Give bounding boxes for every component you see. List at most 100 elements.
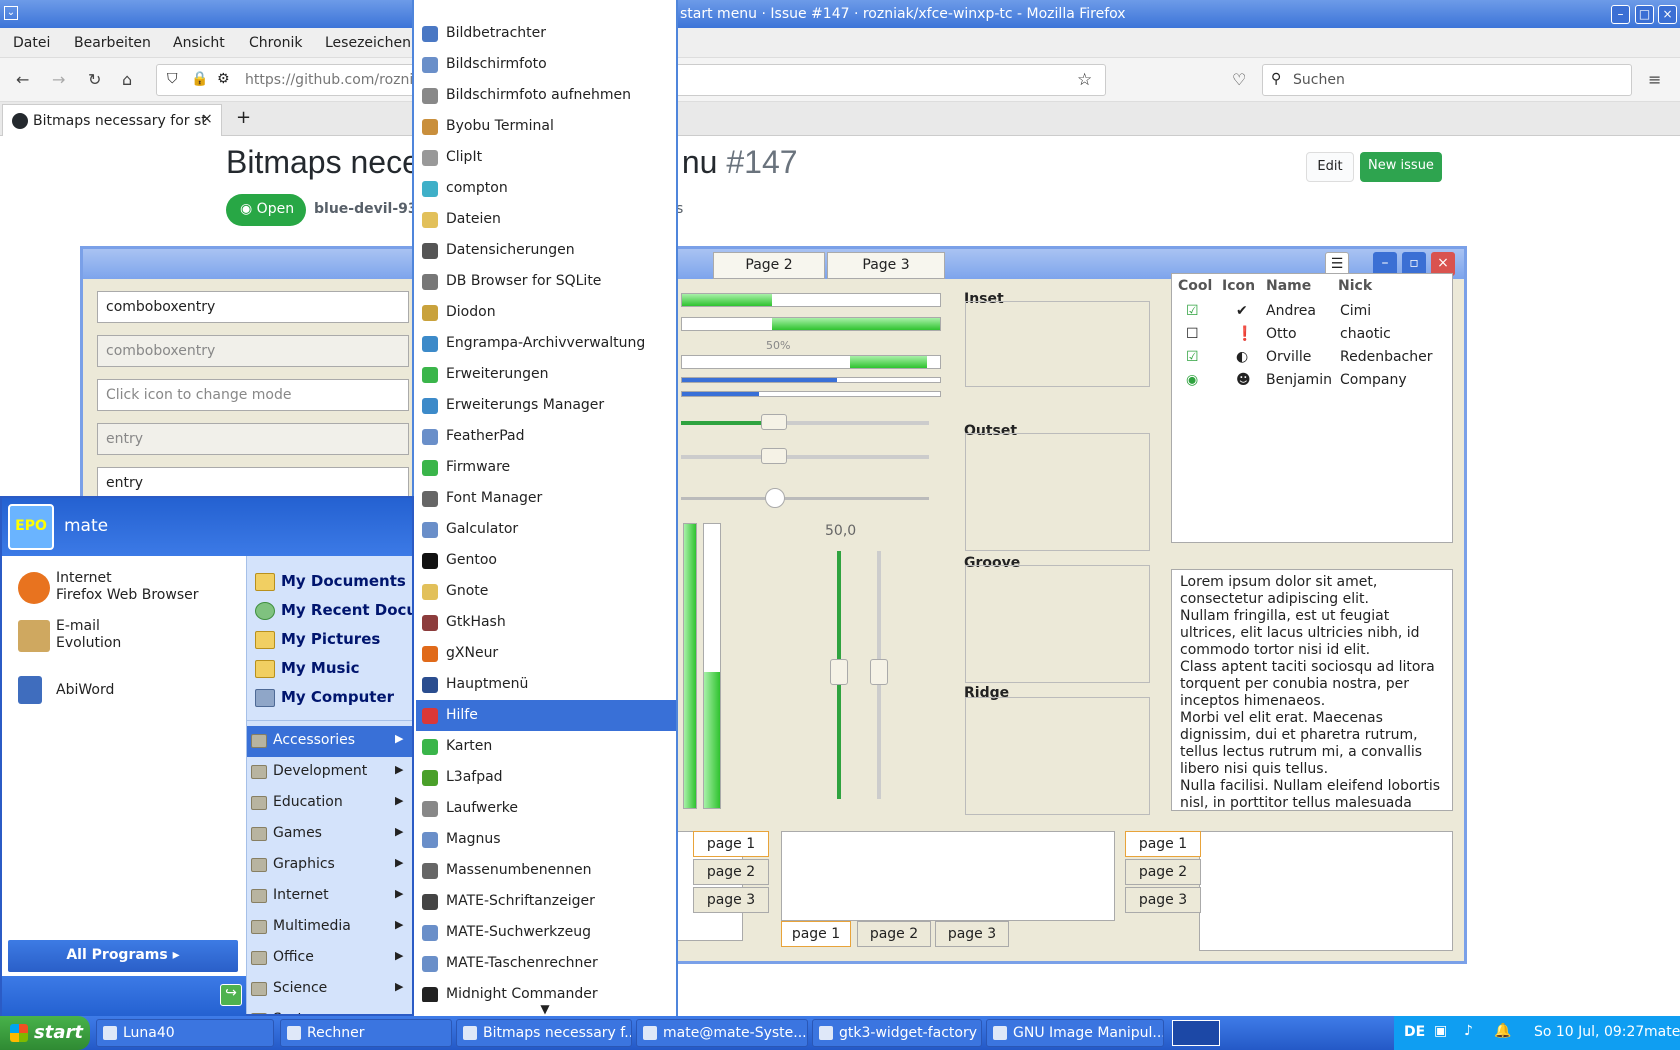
taskbar-button[interactable]: GNU Image Manipul... xyxy=(986,1019,1164,1047)
pocket-icon[interactable]: ♡ xyxy=(1232,70,1246,89)
notebook-right-tab-page-3[interactable]: page 3 xyxy=(1125,887,1201,913)
place-my-documents[interactable]: My Documents xyxy=(255,572,412,591)
vertical-scale-1[interactable] xyxy=(830,551,848,799)
app-item[interactable]: Hauptmenü xyxy=(416,669,676,700)
app-item[interactable]: MATE-Schriftanzeiger xyxy=(416,886,676,917)
app-item[interactable]: gXNeur xyxy=(416,638,676,669)
taskbar-button[interactable]: mate@mate-Syste... xyxy=(636,1019,808,1047)
comboboxentry-1[interactable]: comboboxentry xyxy=(97,291,409,323)
mode-entry[interactable]: Click icon to change mode xyxy=(97,379,409,411)
table-row[interactable]: ☑ ✔ Andrea Cimi xyxy=(1172,300,1452,323)
table-row[interactable]: ◉ ☻ Benjamin Company xyxy=(1172,369,1452,392)
app-item[interactable]: Bildschirmfoto xyxy=(416,49,676,80)
app-item[interactable]: GtkHash xyxy=(416,607,676,638)
category-games[interactable]: Games ▶ xyxy=(247,819,412,850)
app-item[interactable]: Dateien xyxy=(416,204,676,235)
notebook-left-tab-page-3[interactable]: page 3 xyxy=(693,887,769,913)
category-education[interactable]: Education ▶ xyxy=(247,788,412,819)
bookmark-star-icon[interactable]: ☆ xyxy=(1077,70,1092,90)
app-item[interactable]: Hilfe xyxy=(416,700,676,731)
tree-view[interactable]: Cool Icon Name Nick ☑ ✔ Andrea Cimi ☐ ❗ Ott… xyxy=(1171,273,1453,543)
all-programs-button[interactable]: All Programs ▸ xyxy=(8,940,238,972)
app-item[interactable]: Byobu Terminal xyxy=(416,111,676,142)
notebook-bottom-tab-page-3[interactable]: page 3 xyxy=(935,921,1009,947)
app-item[interactable]: Magnus xyxy=(416,824,676,855)
start-button[interactable]: start xyxy=(0,1016,90,1050)
menu-lesezeichen[interactable]: Lesezeichen xyxy=(325,35,411,51)
app-item[interactable]: Karten xyxy=(416,731,676,762)
menu-chronik[interactable]: Chronik xyxy=(249,35,303,51)
app-item[interactable]: Diodon xyxy=(416,297,676,328)
taskbar-button[interactable]: gtk3-widget-factory xyxy=(812,1019,982,1047)
notebook-left-tab-page-2[interactable]: page 2 xyxy=(693,859,769,885)
app-item[interactable]: Bildbetrachter xyxy=(416,18,676,49)
network-icon[interactable]: ▣ xyxy=(1434,1023,1447,1039)
radio-selected-icon[interactable]: ◉ xyxy=(1186,372,1198,388)
notebook-bottom-tab-page-2[interactable]: page 2 xyxy=(857,921,931,947)
app-item[interactable]: Massenumbenennen xyxy=(416,855,676,886)
notebook-bottom-tab-page-1[interactable]: page 1 xyxy=(781,921,851,947)
category-office[interactable]: Office ▶ xyxy=(247,943,412,974)
scale-1-handle[interactable] xyxy=(761,414,787,430)
taskbar-button[interactable]: Luna40 xyxy=(96,1019,274,1047)
scale-3-handle[interactable] xyxy=(765,488,785,508)
window-menu-icon[interactable]: ⌄ xyxy=(4,6,18,20)
category-system[interactable]: System ▶ xyxy=(247,1005,412,1014)
place-my-pictures[interactable]: My Pictures xyxy=(255,630,412,649)
taskbar-button[interactable]: Bitmaps necessary f... xyxy=(456,1019,632,1047)
app-item[interactable]: FeatherPad xyxy=(416,421,676,452)
taskbar-button[interactable]: Rechner xyxy=(280,1019,452,1047)
new-tab-button[interactable]: + xyxy=(236,107,251,128)
app-item[interactable]: Bildschirmfoto aufnehmen xyxy=(416,80,676,111)
forward-icon[interactable]: → xyxy=(52,70,65,89)
category-development[interactable]: Development ▶ xyxy=(247,757,412,788)
volume-icon[interactable]: ♪ xyxy=(1464,1023,1473,1039)
category-science[interactable]: Science ▶ xyxy=(247,974,412,1005)
clock[interactable]: So 10 Jul, 09:27 xyxy=(1534,1024,1644,1040)
menu-ansicht[interactable]: Ansicht xyxy=(173,35,225,51)
vertical-scale-1-handle[interactable] xyxy=(830,659,848,685)
scale-3[interactable] xyxy=(681,488,929,508)
app-item[interactable]: Erweiterungs Manager xyxy=(416,390,676,421)
app-item[interactable]: MATE-Taschenrechner xyxy=(416,948,676,979)
notebook-right-tab-page-1[interactable]: page 1 xyxy=(1125,831,1201,857)
app-item[interactable]: Gentoo xyxy=(416,545,676,576)
column-nick[interactable]: Nick xyxy=(1332,274,1372,298)
close-button[interactable]: × xyxy=(1658,5,1677,24)
scale-1[interactable] xyxy=(681,414,929,430)
home-icon[interactable]: ⌂ xyxy=(122,70,132,89)
category-accessories[interactable]: Accessories ▶ xyxy=(247,726,412,757)
menu-bearbeiten[interactable]: Bearbeiten xyxy=(74,35,151,51)
column-cool[interactable]: Cool xyxy=(1172,274,1212,298)
scale-2[interactable] xyxy=(681,448,929,464)
shield-icon[interactable]: ⛉ xyxy=(167,71,178,87)
vertical-scale-2-handle[interactable] xyxy=(870,659,888,685)
place-my-music[interactable]: My Music xyxy=(255,659,412,678)
vertical-scale-2[interactable] xyxy=(870,551,888,799)
app-item[interactable]: Erweiterungen xyxy=(416,359,676,390)
notification-bell-icon[interactable]: 🔔 xyxy=(1494,1023,1511,1039)
app-item[interactable]: ClipIt xyxy=(416,142,676,173)
tray-user[interactable]: mate xyxy=(1644,1024,1680,1040)
workspace-switcher[interactable] xyxy=(1172,1020,1220,1046)
app-item[interactable]: DB Browser for SQLite xyxy=(416,266,676,297)
keyboard-layout[interactable]: DE xyxy=(1404,1024,1425,1040)
notebook-right-tab-page-2[interactable]: page 2 xyxy=(1125,859,1201,885)
app-item[interactable]: L3afpad xyxy=(416,762,676,793)
close-tab-icon[interactable]: × xyxy=(201,111,213,127)
text-view[interactable]: Lorem ipsum dolor sit amet, consectetur … xyxy=(1171,569,1453,811)
checkbox-checked-icon[interactable]: ☑ xyxy=(1186,349,1199,365)
edit-button[interactable]: Edit xyxy=(1306,152,1354,182)
minimize-button[interactable]: – xyxy=(1611,5,1630,24)
place-my-recent-documents[interactable]: My Recent Docum xyxy=(255,601,412,620)
maximize-button[interactable]: □ xyxy=(1635,5,1654,24)
back-icon[interactable]: ← xyxy=(16,70,29,89)
table-row[interactable]: ☑ ◐ Orville Redenbacher xyxy=(1172,346,1452,369)
category-internet[interactable]: Internet ▶ xyxy=(247,881,412,912)
column-icon[interactable]: Icon xyxy=(1216,274,1255,298)
table-row[interactable]: ☐ ❗ Otto chaotic xyxy=(1172,323,1452,346)
column-name[interactable]: Name xyxy=(1260,274,1311,298)
app-item[interactable]: Font Manager xyxy=(416,483,676,514)
permissions-icon[interactable]: ⚙ xyxy=(217,71,230,87)
scale-2-handle[interactable] xyxy=(761,448,787,464)
